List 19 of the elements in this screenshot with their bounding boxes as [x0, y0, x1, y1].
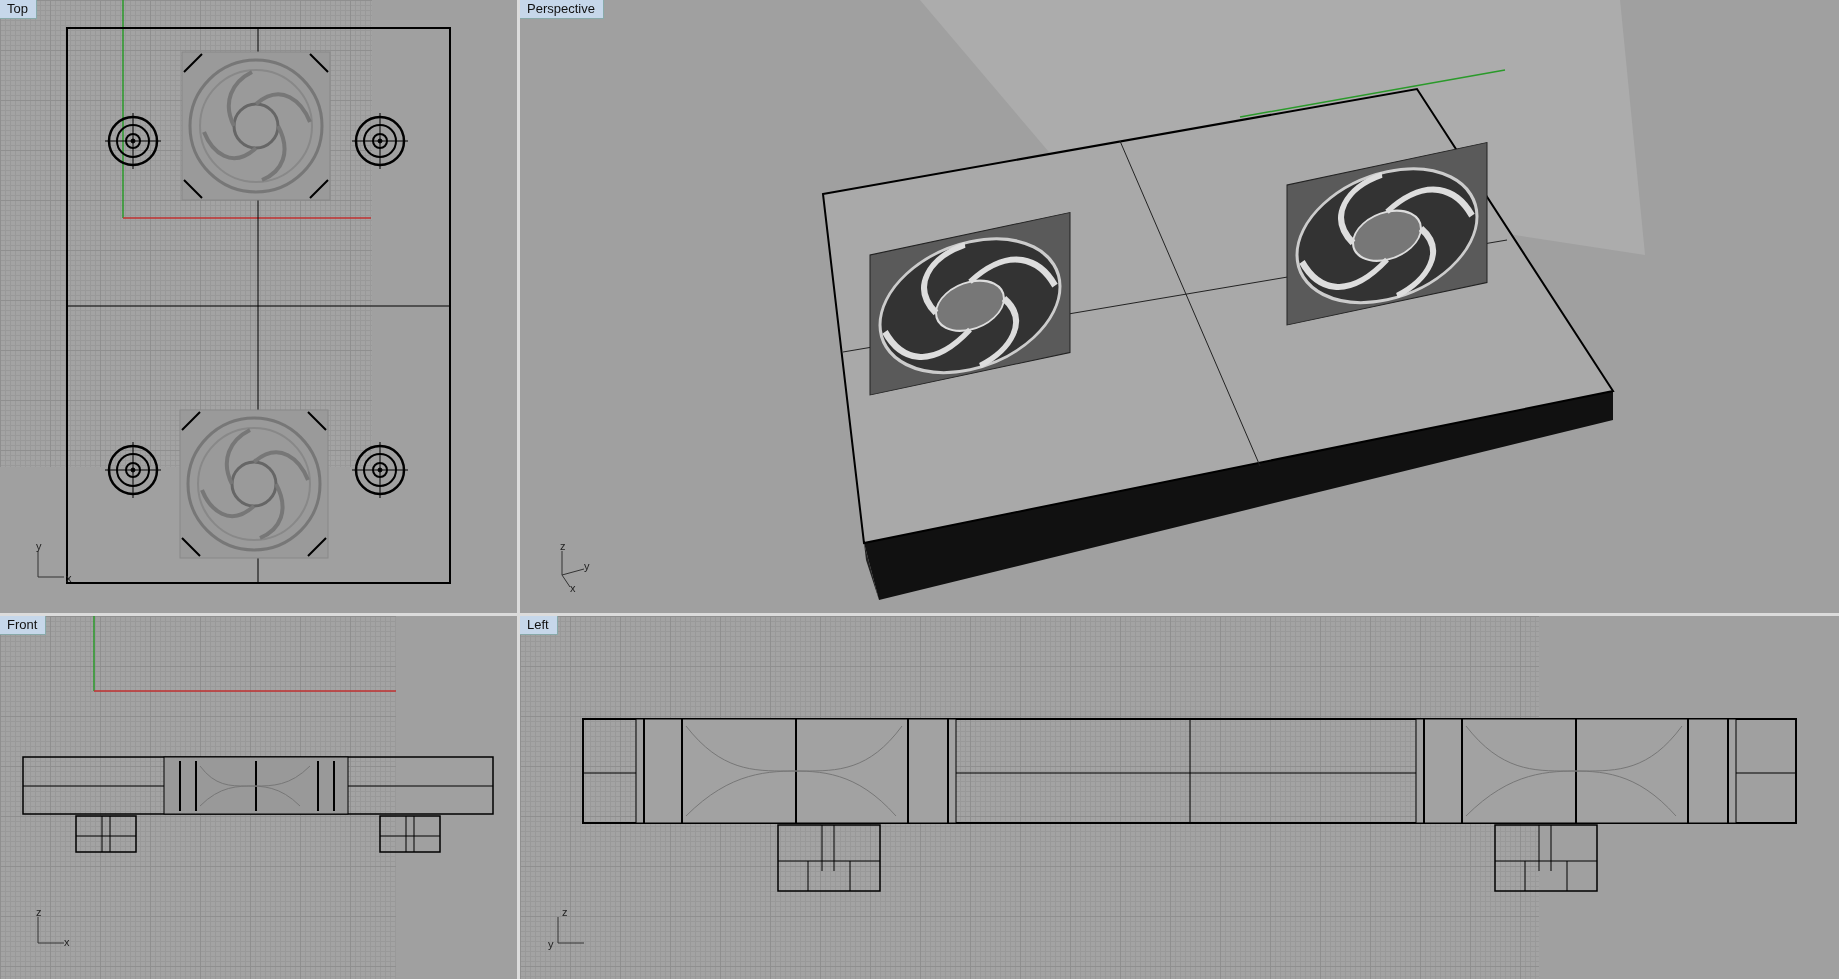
axis-label: z	[562, 907, 568, 918]
axis-label: x	[64, 937, 70, 948]
foot-drawing	[75, 815, 137, 853]
axis-label: z	[36, 907, 42, 918]
axis-label: x	[570, 583, 576, 594]
viewport-title-tab[interactable]: Top	[0, 0, 37, 19]
axis-label: x	[66, 573, 72, 584]
viewport-title-tab[interactable]: Left	[520, 616, 558, 635]
axis-label: z	[560, 541, 566, 552]
viewport-title-tab[interactable]: Front	[0, 616, 47, 635]
foot-drawing	[351, 441, 409, 499]
viewport-title-tab[interactable]: Perspective	[520, 0, 604, 19]
foot-drawing	[104, 441, 162, 499]
axis-label: y	[36, 541, 42, 552]
foot-drawing	[104, 112, 162, 170]
foot-drawing	[379, 815, 441, 853]
axis-label: y	[548, 939, 554, 950]
axis-label: y	[584, 561, 590, 572]
foot-drawing	[351, 112, 409, 170]
